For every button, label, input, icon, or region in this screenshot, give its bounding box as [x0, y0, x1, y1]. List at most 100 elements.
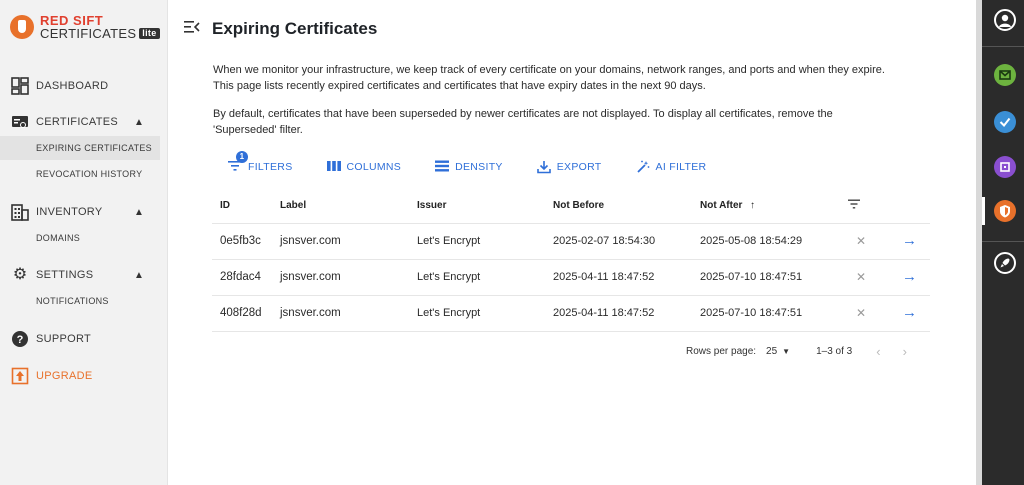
cell-not-after: 2025-05-08 18:54:29 — [700, 235, 803, 247]
user-avatar-icon[interactable] — [994, 9, 1016, 31]
rows-per-page-label: Rows per page: — [686, 346, 757, 357]
sidebar-item-settings[interactable]: ⚙ SETTINGS ▲ — [0, 262, 168, 288]
column-header-id[interactable]: ID — [220, 200, 230, 211]
sidebar-item-label: CERTIFICATES — [36, 116, 119, 128]
brand-trust-app-icon[interactable] — [994, 111, 1016, 133]
table-row[interactable]: 408f28d jsnsver.com Let's Encrypt 2025-0… — [212, 296, 930, 332]
sidebar-item-label: SUPPORT — [36, 333, 92, 345]
email-security-app-icon[interactable] — [994, 64, 1016, 86]
sidebar-item-label: NOTIFICATIONS — [36, 296, 109, 306]
table-row[interactable]: 28fdac4 jsnsver.com Let's Encrypt 2025-0… — [212, 260, 930, 296]
chevron-right-icon[interactable]: › — [903, 344, 907, 359]
column-header-not-before[interactable]: Not Before — [553, 200, 604, 211]
cell-issuer: Let's Encrypt — [417, 307, 481, 319]
radar-app-icon[interactable] — [994, 156, 1016, 178]
building-icon — [11, 203, 29, 221]
sidebar-item-revocation-history[interactable]: REVOCATION HISTORY — [0, 162, 160, 186]
ai-filter-label: AI FILTER — [655, 161, 707, 173]
sidebar-item-dashboard[interactable]: DASHBOARD — [0, 73, 168, 99]
sidebar-item-label: INVENTORY — [36, 206, 103, 218]
svg-text:?: ? — [17, 334, 24, 346]
download-icon — [536, 160, 551, 174]
sidebar: RED SIFT CERTIFICATES lite DASHBOARD CER… — [0, 0, 168, 485]
cell-not-before: 2025-02-07 18:54:30 — [553, 235, 656, 247]
cell-id: 408f28d — [220, 307, 262, 319]
shield-logo-icon — [10, 15, 34, 39]
sidebar-item-label: DOMAINS — [36, 233, 81, 243]
grid-toolbar: 1 FILTERS COLUMNS DENSITY EXPORT AI FILT… — [228, 151, 707, 176]
dashboard-icon — [11, 77, 29, 95]
column-filter-icon[interactable] — [848, 198, 860, 212]
table-row[interactable]: 0e5fb3c jsnsver.com Let's Encrypt 2025-0… — [212, 224, 930, 260]
column-header-label[interactable]: Label — [280, 200, 306, 211]
menu-collapse-icon[interactable] — [184, 20, 200, 39]
sidebar-item-upgrade[interactable]: UPGRADE — [0, 363, 168, 389]
rail-divider — [982, 46, 1024, 47]
help-icon: ? — [11, 330, 29, 348]
density-button[interactable]: DENSITY — [435, 158, 503, 176]
column-header-not-after[interactable]: Not After — [700, 200, 742, 211]
sidebar-item-support[interactable]: ? SUPPORT — [0, 326, 168, 352]
columns-icon — [326, 160, 341, 174]
chevron-up-icon[interactable]: ▲ — [134, 207, 144, 218]
certificates-table: ID Label Issuer Not Before Not After ↑ 0… — [212, 190, 930, 332]
page-note: By default, certificates that have been … — [213, 106, 933, 138]
cell-label: jsnsver.com — [280, 271, 341, 283]
cell-label: jsnsver.com — [280, 307, 341, 319]
certificate-icon — [11, 113, 29, 131]
description-line: When we monitor your infrastructure, we … — [213, 64, 885, 76]
sidebar-item-expiring-certificates[interactable]: EXPIRING CERTIFICATES — [0, 136, 160, 160]
columns-label: COLUMNS — [346, 161, 402, 173]
upgrade-icon — [11, 367, 29, 385]
filter-count-badge: 1 — [236, 151, 248, 163]
rows-per-page-value: 25 — [766, 346, 778, 357]
cell-label: jsnsver.com — [280, 235, 341, 247]
close-icon[interactable]: ✕ — [856, 270, 866, 284]
scrollbar[interactable] — [976, 0, 982, 485]
chevron-up-icon[interactable]: ▲ — [134, 270, 144, 281]
rocket-icon[interactable] — [994, 252, 1016, 274]
chevron-up-icon[interactable]: ▲ — [134, 117, 144, 128]
density-icon — [435, 160, 450, 174]
sidebar-item-inventory[interactable]: INVENTORY ▲ — [0, 199, 168, 225]
cell-issuer: Let's Encrypt — [417, 235, 481, 247]
sort-ascending-icon[interactable]: ↑ — [750, 200, 755, 211]
sidebar-item-label: EXPIRING CERTIFICATES — [36, 143, 152, 153]
sidebar-item-label: REVOCATION HISTORY — [36, 169, 143, 179]
note-line: 'Superseded' filter. — [213, 124, 303, 136]
certificates-app-icon[interactable] — [994, 200, 1016, 222]
columns-button[interactable]: COLUMNS — [326, 158, 402, 176]
cell-not-after: 2025-07-10 18:47:51 — [700, 307, 803, 319]
caret-down-icon: ▼ — [782, 347, 791, 356]
cell-not-after: 2025-07-10 18:47:51 — [700, 271, 803, 283]
note-line: By default, certificates that have been … — [213, 108, 833, 120]
sidebar-item-certificates[interactable]: CERTIFICATES ▲ — [0, 109, 168, 135]
close-icon[interactable]: ✕ — [856, 306, 866, 320]
rows-per-page-select[interactable]: 25 ▼ — [766, 346, 790, 357]
pagination: Rows per page: 25 ▼ 1–3 of 3 ‹ › — [686, 344, 907, 359]
arrow-right-icon[interactable]: → — [902, 232, 917, 249]
filters-button[interactable]: 1 FILTERS — [228, 151, 293, 176]
filters-label: FILTERS — [248, 161, 293, 173]
ai-filter-button[interactable]: AI FILTER — [636, 158, 707, 176]
column-header-issuer[interactable]: Issuer — [417, 200, 446, 211]
sidebar-item-notifications[interactable]: NOTIFICATIONS — [0, 289, 160, 313]
density-label: DENSITY — [455, 161, 503, 173]
page-description: When we monitor your infrastructure, we … — [213, 62, 933, 94]
pagination-range: 1–3 of 3 — [816, 346, 853, 357]
cell-not-before: 2025-04-11 18:47:52 — [553, 271, 655, 283]
arrow-right-icon[interactable]: → — [902, 304, 917, 321]
page-title: Expiring Certificates — [212, 19, 378, 38]
gear-icon: ⚙ — [12, 266, 28, 283]
arrow-right-icon[interactable]: → — [902, 268, 917, 285]
close-icon[interactable]: ✕ — [856, 234, 866, 248]
table-header-row: ID Label Issuer Not Before Not After ↑ — [212, 190, 930, 224]
export-button[interactable]: EXPORT — [536, 158, 602, 176]
brand-logo[interactable]: RED SIFT CERTIFICATES lite — [10, 14, 160, 40]
sidebar-item-domains[interactable]: DOMAINS — [0, 226, 160, 250]
cell-id: 0e5fb3c — [220, 235, 261, 247]
chevron-left-icon[interactable]: ‹ — [876, 344, 880, 359]
cell-id: 28fdac4 — [220, 271, 261, 283]
sidebar-item-label: UPGRADE — [36, 370, 93, 382]
cell-issuer: Let's Encrypt — [417, 271, 481, 283]
